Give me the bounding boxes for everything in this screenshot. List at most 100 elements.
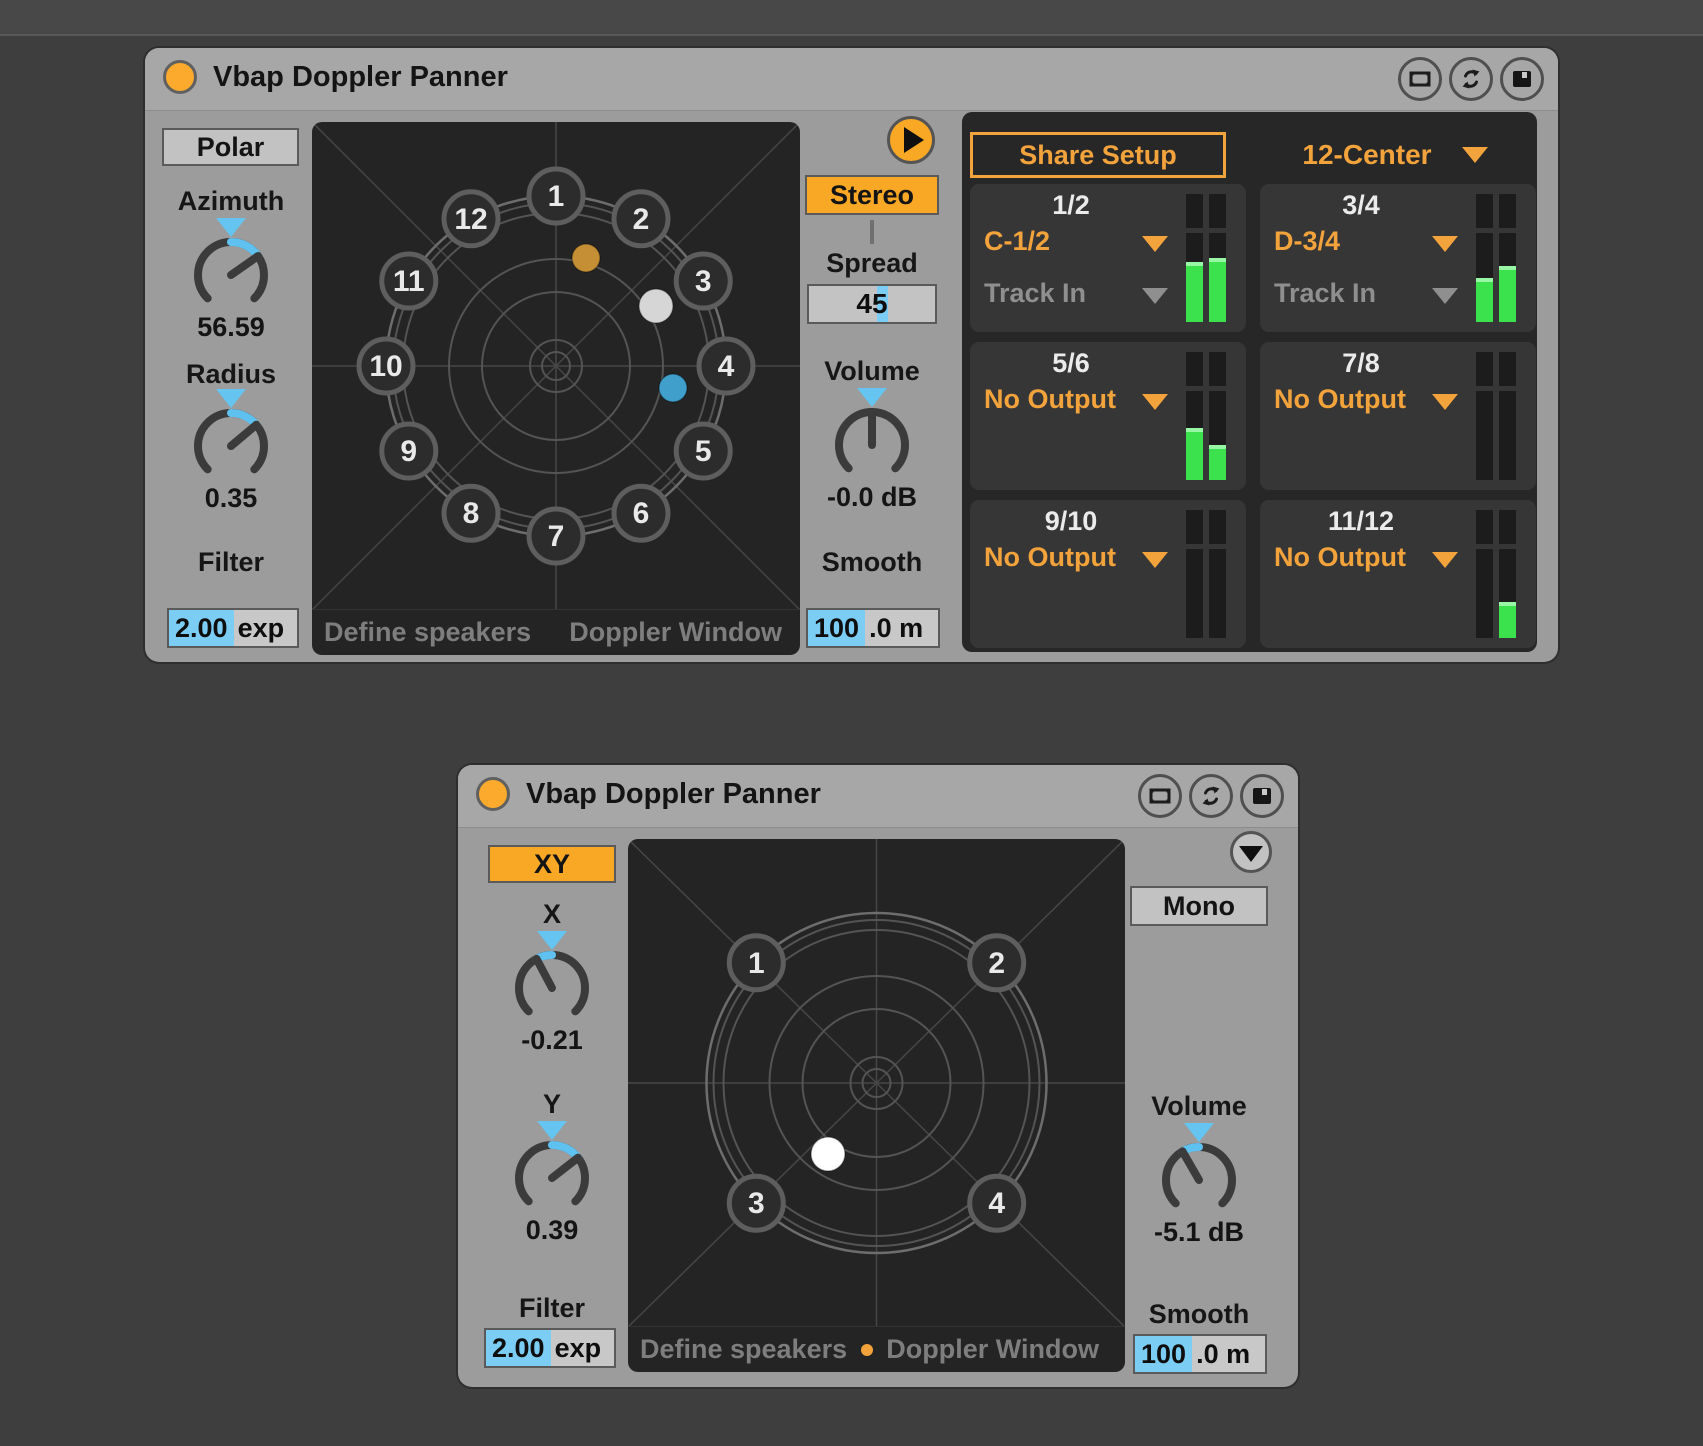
input-select[interactable]: Track In: [984, 278, 1086, 309]
output-select[interactable]: D-3/4: [1274, 226, 1340, 257]
cell-channel-label: 1/2: [970, 190, 1172, 221]
volume-knob-dial[interactable]: [824, 400, 920, 486]
device-activator-led[interactable]: [476, 777, 510, 811]
max-editor-button[interactable]: [1398, 57, 1442, 101]
speaker-preset-dropdown[interactable]: 12-Center: [1260, 132, 1530, 178]
chevron-down-icon[interactable]: [1432, 236, 1458, 252]
azimuth-value[interactable]: 56.59: [197, 312, 265, 343]
output-select[interactable]: No Output: [1274, 384, 1406, 415]
x-knob[interactable]: -0.21: [504, 931, 600, 1056]
y-knob-dial[interactable]: [504, 1133, 600, 1219]
hot-swap-button[interactable]: [1449, 57, 1493, 101]
max-editor-button[interactable]: [1138, 774, 1182, 818]
xy-display-canvas[interactable]: 1234: [628, 839, 1125, 1327]
radius-knob-dial[interactable]: [183, 401, 279, 487]
output-select[interactable]: No Output: [1274, 542, 1406, 573]
filter-value[interactable]: 2.00: [169, 610, 234, 646]
chevron-down-icon[interactable]: [1432, 288, 1458, 304]
chevron-down-icon[interactable]: [1432, 394, 1458, 410]
hot-swap-button[interactable]: [1189, 774, 1233, 818]
floppy-disk-icon: [1511, 69, 1533, 89]
define-speakers-link[interactable]: Define speakers: [640, 1334, 847, 1365]
polar-display-canvas[interactable]: 123456789101112: [312, 122, 800, 610]
speaker-10: 10: [359, 339, 413, 393]
volume-knob[interactable]: -0.0 dB: [824, 388, 920, 513]
volume-knob-dial[interactable]: [1151, 1135, 1247, 1221]
cell-channel-label: 11/12: [1260, 506, 1462, 537]
smooth-label: Smooth: [772, 547, 972, 578]
smooth-unit: .0 m: [1192, 1336, 1265, 1372]
share-setup-button[interactable]: Share Setup: [970, 132, 1226, 178]
blue-source-dot[interactable]: [659, 374, 687, 402]
mode-toggle-xy[interactable]: XY: [488, 845, 616, 883]
cell-channel-label: 7/8: [1260, 348, 1462, 379]
filter-value[interactable]: 2.00: [486, 1330, 551, 1366]
output-select[interactable]: No Output: [984, 384, 1116, 415]
mode-toggle-polar[interactable]: Polar: [162, 128, 299, 166]
radius-knob[interactable]: 0.35: [183, 389, 279, 514]
play-button[interactable]: [887, 116, 935, 164]
device-title-bar[interactable]: Vbap Doppler Panner: [458, 765, 1298, 828]
speaker-8: 8: [444, 486, 498, 540]
y-value[interactable]: 0.39: [526, 1215, 579, 1246]
chevron-down-icon[interactable]: [1462, 147, 1488, 163]
radius-value[interactable]: 0.35: [205, 483, 258, 514]
white-source-dot[interactable]: [811, 1137, 845, 1171]
chevron-down-icon[interactable]: [1432, 552, 1458, 568]
output-select[interactable]: C-1/2: [984, 226, 1050, 257]
volume-value[interactable]: -5.1 dB: [1154, 1217, 1244, 1248]
x-knob-dial[interactable]: [504, 943, 600, 1029]
doppler-window-link[interactable]: Doppler Window: [886, 1334, 1099, 1365]
chevron-down-icon[interactable]: [1142, 552, 1168, 568]
silver-source-dot[interactable]: [639, 289, 673, 323]
input-select[interactable]: Track In: [1274, 278, 1376, 309]
fold-button[interactable]: [1230, 831, 1272, 873]
x-value[interactable]: -0.21: [521, 1025, 583, 1056]
channel-mode-stereo[interactable]: Stereo: [805, 175, 939, 215]
spread-value[interactable]: 45: [809, 286, 935, 322]
azimuth-knob[interactable]: 56.59: [183, 218, 279, 343]
smooth-numbox[interactable]: 100 .0 m: [806, 608, 940, 648]
speaker-preset-value[interactable]: 12-Center: [1302, 139, 1431, 171]
spread-slider[interactable]: 45: [807, 284, 937, 324]
device-vbap-doppler-panner-bottom: Vbap Doppler Panner: [458, 765, 1298, 1387]
meter-fill: [1186, 262, 1203, 322]
speaker-2: 2: [970, 936, 1024, 990]
device-activator-led[interactable]: [163, 60, 197, 94]
svg-text:3: 3: [695, 265, 712, 298]
xy-panner-display[interactable]: 1234 Define speakers Doppler Window: [628, 839, 1125, 1372]
save-preset-button[interactable]: [1240, 774, 1284, 818]
device-title-bar[interactable]: Vbap Doppler Panner: [145, 48, 1558, 111]
smooth-value[interactable]: 100: [808, 610, 865, 646]
chevron-down-icon[interactable]: [1142, 288, 1168, 304]
smooth-label: Smooth: [1099, 1299, 1299, 1330]
chevron-down-icon[interactable]: [1142, 394, 1168, 410]
polar-panner-display[interactable]: 123456789101112 Define speakers Doppler …: [312, 122, 800, 655]
svg-text:5: 5: [695, 435, 712, 468]
smooth-numbox[interactable]: 100 .0 m: [1133, 1334, 1267, 1374]
filter-numbox[interactable]: 2.00 exp: [167, 608, 299, 648]
chevron-down-icon[interactable]: [1142, 236, 1168, 252]
x-label: X: [452, 899, 652, 930]
frame-icon: [1408, 69, 1432, 89]
svg-text:7: 7: [548, 520, 565, 553]
floppy-disk-icon: [1251, 786, 1273, 806]
smooth-value[interactable]: 100: [1135, 1336, 1192, 1372]
speaker-12: 12: [444, 192, 498, 246]
level-meter: [1186, 194, 1203, 322]
filter-numbox[interactable]: 2.00 exp: [484, 1328, 616, 1368]
y-knob[interactable]: 0.39: [504, 1121, 600, 1246]
meter-fill: [1209, 445, 1226, 480]
define-speakers-link[interactable]: Define speakers: [324, 617, 531, 648]
svg-text:1: 1: [548, 180, 565, 213]
device-view-top-strip: [0, 0, 1703, 36]
channel-mode-mono[interactable]: Mono: [1130, 886, 1268, 926]
orange-source-dot[interactable]: [572, 244, 600, 272]
doppler-window-link[interactable]: Doppler Window: [569, 617, 782, 648]
output-select[interactable]: No Output: [984, 542, 1116, 573]
volume-knob[interactable]: -5.1 dB: [1151, 1123, 1247, 1248]
svg-text:1: 1: [748, 947, 765, 980]
save-preset-button[interactable]: [1500, 57, 1544, 101]
azimuth-knob-dial[interactable]: [183, 230, 279, 316]
volume-value[interactable]: -0.0 dB: [827, 482, 917, 513]
